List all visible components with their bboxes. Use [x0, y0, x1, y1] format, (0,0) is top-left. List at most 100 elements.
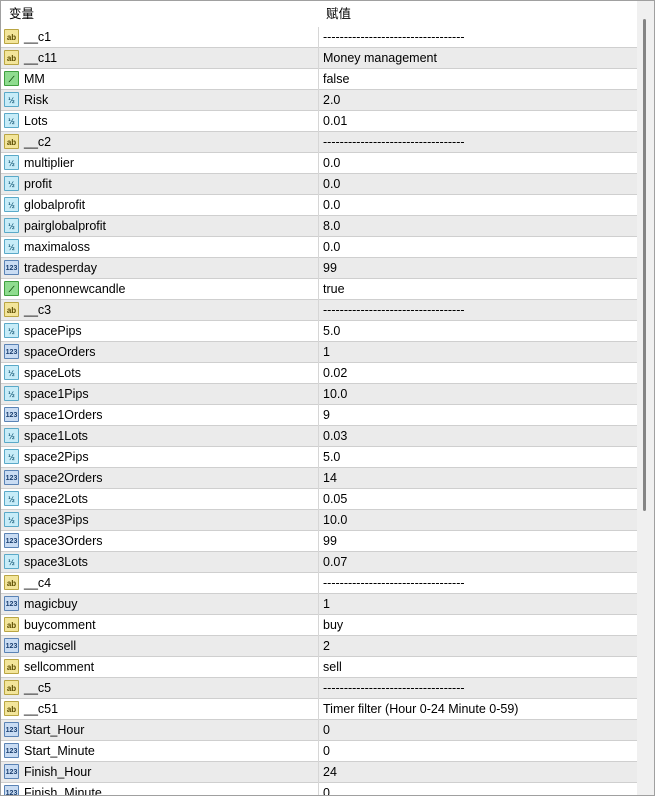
table-row[interactable]: 123 Finish_Hour 24 — [1, 762, 637, 783]
table-row[interactable]: ½ space1Lots 0.03 — [1, 426, 637, 447]
variable-value[interactable]: 0.0 — [323, 195, 340, 215]
table-row[interactable]: ⟋ MM false — [1, 69, 637, 90]
column-divider — [318, 216, 319, 237]
variable-value[interactable]: 0 — [323, 783, 330, 795]
table-row[interactable]: ab __c4 --------------------------------… — [1, 573, 637, 594]
table-row[interactable]: 123 space1Orders 9 — [1, 405, 637, 426]
table-header: 变量 赋值 — [1, 1, 637, 28]
variable-value[interactable]: true — [323, 279, 345, 299]
column-header-value[interactable]: 赋值 — [326, 1, 351, 27]
variable-name: Risk — [24, 93, 49, 107]
variable-value[interactable]: 0 — [323, 720, 330, 740]
variable-name: space1Pips — [24, 387, 89, 401]
table-row[interactable]: ½ globalprofit 0.0 — [1, 195, 637, 216]
table-row[interactable]: ½ pairglobalprofit 8.0 — [1, 216, 637, 237]
table-row[interactable]: ½ spacePips 5.0 — [1, 321, 637, 342]
column-divider — [318, 300, 319, 321]
table-row[interactable]: ½ profit 0.0 — [1, 174, 637, 195]
table-row[interactable]: 123 spaceOrders 1 — [1, 342, 637, 363]
variable-value[interactable]: 0.0 — [323, 237, 340, 257]
table-row[interactable]: 123 Start_Minute 0 — [1, 741, 637, 762]
variable-value[interactable]: ---------------------------------- — [323, 678, 465, 698]
table-row[interactable]: ½ space3Pips 10.0 — [1, 510, 637, 531]
table-row[interactable]: ab buycomment buy — [1, 615, 637, 636]
column-divider — [318, 636, 319, 657]
variable-value[interactable]: 8.0 — [323, 216, 340, 236]
table-row[interactable]: ab __c3 --------------------------------… — [1, 300, 637, 321]
column-divider — [318, 174, 319, 195]
table-row[interactable]: ½ space2Lots 0.05 — [1, 489, 637, 510]
variable-value[interactable]: 2 — [323, 636, 330, 656]
variable-value[interactable]: ---------------------------------- — [323, 300, 465, 320]
variable-value[interactable]: 0.0 — [323, 153, 340, 173]
variable-name: __c11 — [24, 51, 58, 65]
column-divider — [318, 384, 319, 405]
variable-value[interactable]: 0.05 — [323, 489, 347, 509]
table-row[interactable]: ½ Risk 2.0 — [1, 90, 637, 111]
variable-value[interactable]: 0 — [323, 741, 330, 761]
variable-value[interactable]: Timer filter (Hour 0-24 Minute 0-59) — [323, 699, 518, 719]
table-row[interactable]: ⟋ openonnewcandle true — [1, 279, 637, 300]
table-row[interactable]: ab __c1 --------------------------------… — [1, 27, 637, 48]
column-divider — [318, 69, 319, 90]
table-row[interactable]: ½ multiplier 0.0 — [1, 153, 637, 174]
table-row[interactable]: ab __c11 Money management — [1, 48, 637, 69]
variable-value[interactable]: sell — [323, 657, 342, 677]
table-row[interactable]: ab __c5 --------------------------------… — [1, 678, 637, 699]
vertical-scrollbar[interactable] — [637, 1, 654, 795]
variable-value[interactable]: ---------------------------------- — [323, 573, 465, 593]
variable-value[interactable]: 9 — [323, 405, 330, 425]
column-divider — [318, 258, 319, 279]
table-row[interactable]: 123 space3Orders 99 — [1, 531, 637, 552]
table-row[interactable]: ½ spaceLots 0.02 — [1, 363, 637, 384]
column-divider — [318, 783, 319, 795]
variable-value[interactable]: 10.0 — [323, 510, 347, 530]
variable-value[interactable]: 24 — [323, 762, 337, 782]
table-row[interactable]: ½ space3Lots 0.07 — [1, 552, 637, 573]
variable-value[interactable]: ---------------------------------- — [323, 27, 465, 47]
variable-value[interactable]: 10.0 — [323, 384, 347, 404]
table-row[interactable]: 123 Start_Hour 0 — [1, 720, 637, 741]
table-row[interactable]: ½ space2Pips 5.0 — [1, 447, 637, 468]
variable-value[interactable]: 0.02 — [323, 363, 347, 383]
table-row[interactable]: ab __c51 Timer filter (Hour 0-24 Minute … — [1, 699, 637, 720]
variable-value[interactable]: 0.07 — [323, 552, 347, 572]
table-row[interactable]: ab __c2 --------------------------------… — [1, 132, 637, 153]
variable-value[interactable]: false — [323, 69, 349, 89]
scrollbar-thumb[interactable] — [643, 19, 646, 511]
column-header-variable[interactable]: 变量 — [9, 1, 34, 27]
table-row[interactable]: 123 space2Orders 14 — [1, 468, 637, 489]
variable-value[interactable]: 5.0 — [323, 321, 340, 341]
variable-value[interactable]: 1 — [323, 342, 330, 362]
table-row[interactable]: ab sellcomment sell — [1, 657, 637, 678]
variable-value[interactable]: 99 — [323, 531, 337, 551]
table-row[interactable]: ½ space1Pips 10.0 — [1, 384, 637, 405]
column-divider — [318, 594, 319, 615]
variable-value[interactable]: 99 — [323, 258, 337, 278]
bool-type-icon: ⟋ — [4, 281, 19, 296]
variable-value[interactable]: Money management — [323, 48, 437, 68]
column-divider — [318, 342, 319, 363]
variable-value[interactable]: 14 — [323, 468, 337, 488]
variable-value[interactable]: 2.0 — [323, 90, 340, 110]
variable-name: MM — [24, 72, 45, 86]
variable-name: space2Pips — [24, 450, 89, 464]
variable-value[interactable]: buy — [323, 615, 343, 635]
variable-value[interactable]: 0.0 — [323, 174, 340, 194]
column-divider — [318, 321, 319, 342]
int-type-icon: 123 — [4, 260, 19, 275]
variable-value[interactable]: 0.03 — [323, 426, 347, 446]
variable-value[interactable]: 0.01 — [323, 111, 347, 131]
column-divider — [318, 552, 319, 573]
variable-value[interactable]: 1 — [323, 594, 330, 614]
table-row[interactable]: 123 Finish_Minute 0 — [1, 783, 637, 795]
table-row[interactable]: 123 magicbuy 1 — [1, 594, 637, 615]
int-type-icon: 123 — [4, 470, 19, 485]
double-type-icon: ½ — [4, 449, 19, 464]
table-row[interactable]: 123 tradesperday 99 — [1, 258, 637, 279]
table-row[interactable]: ½ Lots 0.01 — [1, 111, 637, 132]
variable-value[interactable]: 5.0 — [323, 447, 340, 467]
table-row[interactable]: 123 magicsell 2 — [1, 636, 637, 657]
variable-value[interactable]: ---------------------------------- — [323, 132, 465, 152]
table-row[interactable]: ½ maximaloss 0.0 — [1, 237, 637, 258]
